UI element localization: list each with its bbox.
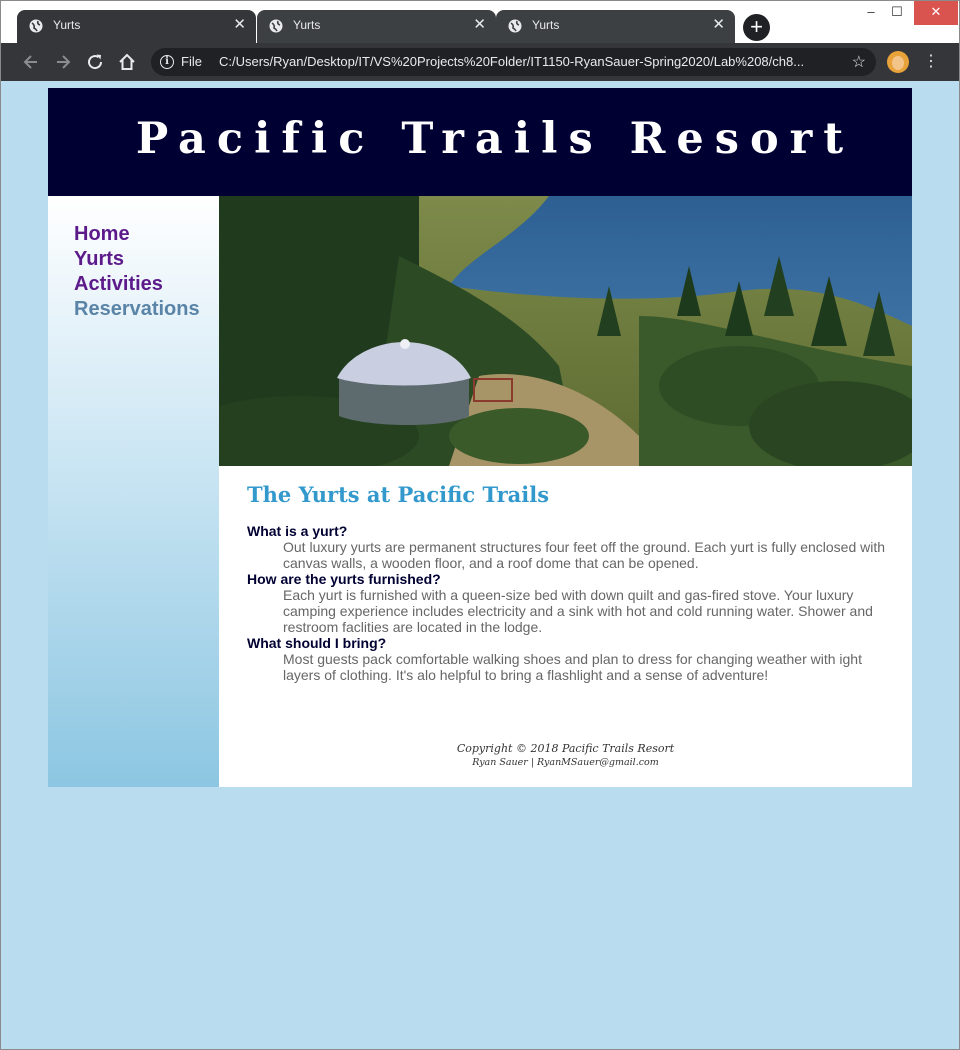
browser-tab[interactable]: Yurts ✕ (257, 10, 496, 43)
address-bar[interactable]: i File C:/Users/Ryan/Desktop/IT/VS%20Pro… (151, 48, 876, 76)
browser-tab[interactable]: Yurts ✕ (17, 10, 256, 43)
forward-arrow-icon[interactable] (52, 51, 74, 73)
browser-toolbar: i File C:/Users/Ryan/Desktop/IT/VS%20Pro… (1, 43, 959, 81)
close-tab-icon[interactable]: ✕ (712, 15, 725, 35)
sidebar: Home Yurts Activities Reservations (48, 196, 219, 787)
faq-question: How are the yurts furnished? (247, 571, 441, 587)
tab-title: Yurts (53, 18, 81, 32)
globe-icon (269, 19, 283, 33)
close-window-button[interactable]: ✕ (914, 1, 958, 25)
reload-icon[interactable] (84, 51, 106, 73)
close-tab-icon[interactable]: ✕ (233, 15, 246, 35)
profile-avatar[interactable] (887, 51, 909, 73)
copyright-text: Copyright © 2018 Pacific Trails Resort (456, 742, 675, 755)
url-scheme: File (181, 54, 202, 69)
hero-image (219, 196, 912, 466)
content-area: The Yurts at Pacific Trails What is a yu… (247, 482, 887, 683)
page-viewport: Pacific Trails Resort Home Yurts Activit… (1, 81, 959, 1049)
globe-icon (508, 19, 522, 33)
browser-tab[interactable]: Yurts ✕ (496, 10, 735, 43)
tab-strip: Yurts ✕ Yurts ✕ Yurts ✕ + – ☐ ✕ (1, 1, 959, 43)
globe-icon (29, 19, 43, 33)
faq-answer: Most guests pack comfortable walking sho… (283, 651, 862, 683)
nav-link-home[interactable]: Home (74, 222, 200, 247)
page-wrapper: Pacific Trails Resort Home Yurts Activit… (48, 88, 912, 787)
maximize-button[interactable]: ☐ (879, 1, 915, 25)
faq-list: What is a yurt? Out luxury yurts are per… (247, 523, 887, 683)
tab-title: Yurts (532, 18, 560, 32)
back-arrow-icon[interactable] (20, 51, 42, 73)
site-footer: Copyright © 2018 Pacific Trails Resort R… (219, 742, 912, 769)
nav-link-yurts[interactable]: Yurts (74, 247, 200, 272)
faq-question: What should I bring? (247, 635, 387, 651)
nav-link-reservations[interactable]: Reservations (74, 297, 200, 322)
main-content: The Yurts at Pacific Trails What is a yu… (219, 196, 912, 787)
faq-answer: Out luxury yurts are permanent structure… (283, 539, 886, 571)
new-tab-button[interactable]: + (743, 14, 770, 41)
tab-title: Yurts (293, 18, 321, 32)
nav-link-activities[interactable]: Activities (74, 272, 200, 297)
info-icon[interactable]: i (160, 55, 174, 69)
url-text[interactable]: C:/Users/Ryan/Desktop/IT/VS%20Projects%2… (219, 54, 839, 69)
faq-question: What is a yurt? (247, 523, 348, 539)
browser-window: Yurts ✕ Yurts ✕ Yurts ✕ + – ☐ ✕ i File C… (0, 0, 960, 1050)
site-header: Pacific Trails Resort (48, 88, 912, 196)
author-contact: Ryan Sauer | RyanMSauer@gmail.com (472, 757, 659, 768)
page-heading: The Yurts at Pacific Trails (247, 482, 550, 507)
star-icon[interactable]: ☆ (852, 52, 866, 72)
faq-answer: Each yurt is furnished with a queen-size… (283, 587, 873, 635)
close-tab-icon[interactable]: ✕ (473, 15, 486, 35)
menu-kebab-icon[interactable]: ⋮ (923, 51, 939, 73)
site-title: Pacific Trails Resort (135, 114, 855, 164)
main-nav: Home Yurts Activities Reservations (74, 222, 200, 322)
home-icon[interactable] (116, 51, 138, 73)
